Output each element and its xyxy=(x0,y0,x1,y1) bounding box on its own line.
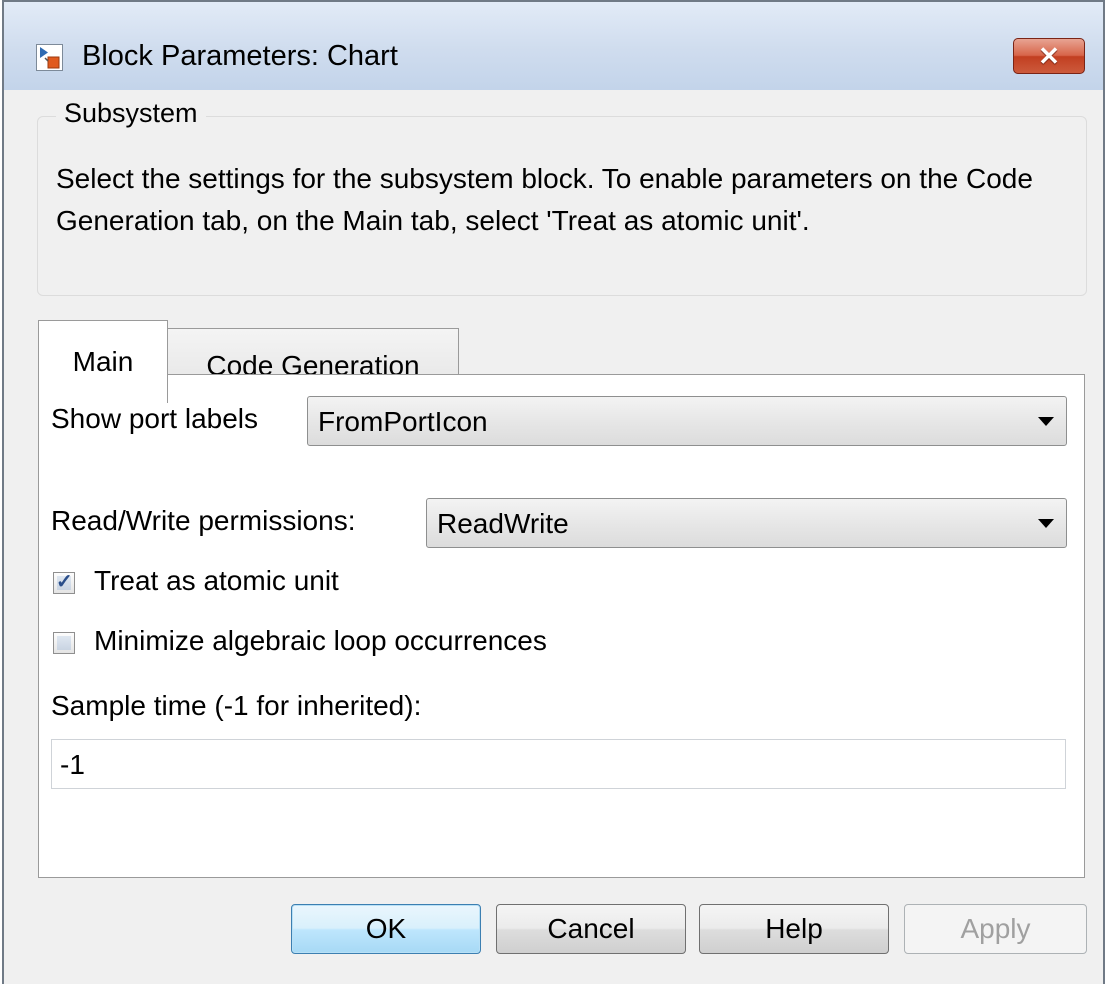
treat-atomic-checkbox[interactable]: ✓ xyxy=(53,571,75,594)
treat-atomic-label: Treat as atomic unit xyxy=(94,565,339,596)
cancel-button[interactable]: Cancel xyxy=(496,904,686,954)
tab-main-label: Main xyxy=(72,346,134,377)
show-port-labels-value: FromPortIcon xyxy=(318,406,488,437)
minimize-loop-label: Minimize algebraic loop occurrences xyxy=(94,625,547,656)
chevron-down-icon xyxy=(1038,417,1054,426)
checkbox-fill xyxy=(57,636,71,650)
window-title: Block Parameters: Chart xyxy=(82,40,398,72)
close-icon: ✕ xyxy=(1038,40,1060,71)
read-write-value: ReadWrite xyxy=(437,508,569,539)
check-icon: ✓ xyxy=(56,571,73,593)
minimize-loop-checkbox[interactable] xyxy=(53,632,75,654)
group-description: Select the settings for the subsystem bl… xyxy=(56,163,1033,236)
sample-time-value: -1 xyxy=(60,749,85,780)
block-parameters-dialog: Block Parameters: Chart ✕ Subsystem Sele… xyxy=(2,0,1105,984)
tab-main[interactable]: Main xyxy=(38,320,168,403)
read-write-label: Read/Write permissions: xyxy=(51,505,356,536)
read-write-select[interactable]: ReadWrite xyxy=(426,498,1067,548)
title-bar[interactable]: Block Parameters: Chart ✕ xyxy=(4,2,1103,91)
group-title: Subsystem xyxy=(56,98,206,129)
close-button[interactable]: ✕ xyxy=(1013,38,1085,74)
sample-time-label: Sample time (-1 for inherited): xyxy=(51,690,422,721)
dialog-content: Subsystem Select the settings for the su… xyxy=(4,90,1103,984)
sample-time-input[interactable]: -1 xyxy=(51,739,1066,789)
ok-button[interactable]: OK xyxy=(291,904,481,954)
show-port-labels-select[interactable]: FromPortIcon xyxy=(307,396,1067,446)
main-tab-panel: Show port labels FromPortIcon Read/Write… xyxy=(38,374,1085,878)
help-button[interactable]: Help xyxy=(699,904,889,954)
apply-button[interactable]: Apply xyxy=(904,904,1087,954)
chevron-down-icon xyxy=(1038,519,1054,528)
show-port-labels-label: Show port labels xyxy=(51,403,259,434)
simulink-block-icon xyxy=(36,44,63,71)
